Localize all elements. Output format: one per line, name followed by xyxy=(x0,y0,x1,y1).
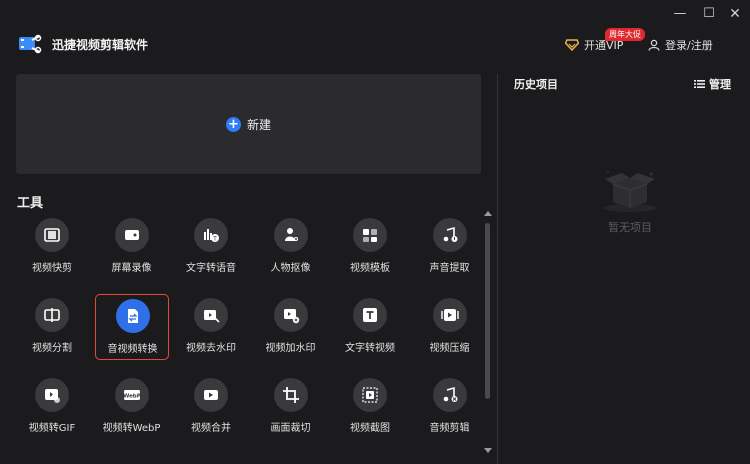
gif-icon xyxy=(35,378,69,412)
plus-icon: + xyxy=(225,116,241,132)
promo-badge: 周年大促 xyxy=(605,28,645,41)
tool-item[interactable]: T 文字转语音 xyxy=(174,214,248,280)
tool-item[interactable]: 视频合并 xyxy=(174,374,248,440)
app-title: 迅捷视频剪辑软件 xyxy=(52,38,149,52)
crop-icon xyxy=(273,378,308,412)
tool-item[interactable]: 屏幕录像 xyxy=(95,214,169,280)
tool-item[interactable]: WebP 视频转WebP xyxy=(95,374,169,440)
manage-label: 管理 xyxy=(709,78,731,91)
new-project-card[interactable]: + 新建 xyxy=(16,74,481,174)
split-icon xyxy=(35,298,69,332)
template-icon xyxy=(353,218,387,252)
maximize-icon[interactable]: ☐ xyxy=(701,6,717,22)
tool-item[interactable]: 视频转GIF xyxy=(15,374,89,440)
svg-text:T: T xyxy=(212,236,217,243)
minimize-icon[interactable]: — xyxy=(672,6,688,22)
tool-item[interactable]: 声音提取 xyxy=(413,214,487,280)
tool-item[interactable]: 视频加水印 xyxy=(254,294,328,360)
vip-diamond-icon xyxy=(565,39,579,51)
user-icon xyxy=(648,39,660,51)
title-bar: — ☐ ✕ xyxy=(0,0,750,30)
tool-label: 视频合并 xyxy=(191,423,231,434)
tool-label: 视频模板 xyxy=(350,263,390,274)
empty-history-text: 暂无项目 xyxy=(608,221,652,234)
screenshot-icon xyxy=(353,378,387,412)
film-icon xyxy=(35,218,69,252)
history-title: 历史项目 xyxy=(514,78,558,91)
close-icon[interactable]: ✕ xyxy=(727,6,743,22)
tool-item[interactable]: 视频分割 xyxy=(15,294,89,360)
webp-icon: WebP xyxy=(114,378,149,412)
add-watermark-icon xyxy=(273,298,308,332)
tool-label: 视频截图 xyxy=(350,423,390,434)
app-logo-icon xyxy=(18,34,42,54)
tool-item[interactable]: 画面裁切 xyxy=(254,374,328,440)
music-extract-icon xyxy=(432,218,467,252)
tool-label: 音视频转换 xyxy=(107,344,158,355)
scroll-up-arrow-icon[interactable] xyxy=(484,211,492,216)
tool-label: 视频快剪 xyxy=(32,263,72,274)
convert-icon xyxy=(115,299,150,333)
new-project-button[interactable]: + 新建 xyxy=(225,116,271,133)
new-project-label: 新建 xyxy=(246,117,271,132)
app-header: 迅捷视频剪辑软件 开通VIP 周年大促 登录/注册 xyxy=(0,28,750,62)
svg-text:WebP: WebP xyxy=(123,394,141,400)
tool-item[interactable]: 音视频转换 xyxy=(94,294,169,360)
text-to-speech-icon: T xyxy=(194,218,228,252)
tools-grid: 视频快剪 屏幕录像 T 文字转语音 人物抠像 视频模板 声音提取视频分割 音视频转换 视频去水印… xyxy=(17,218,477,458)
tool-label: 视频去水印 xyxy=(186,343,236,354)
tool-item[interactable]: 人物抠像 xyxy=(254,214,328,280)
text-to-video-icon xyxy=(353,298,387,332)
list-icon xyxy=(694,80,705,88)
tool-label: 视频转WebP xyxy=(102,423,161,434)
remove-watermark-icon xyxy=(194,298,228,332)
tool-item[interactable]: 视频截图 xyxy=(333,374,407,440)
tool-item[interactable]: 视频快剪 xyxy=(15,214,89,280)
tool-label: 文字转语音 xyxy=(186,263,236,274)
tool-label: 画面裁切 xyxy=(270,423,311,434)
tool-label: 人物抠像 xyxy=(270,263,311,274)
tool-item[interactable]: 视频压缩 xyxy=(413,294,487,360)
tool-label: 视频压缩 xyxy=(429,343,470,354)
scroll-down-arrow-icon[interactable] xyxy=(484,448,492,453)
scrollbar-thumb[interactable] xyxy=(485,223,490,399)
manage-button[interactable]: 管理 xyxy=(694,76,731,92)
tools-section-title: 工具 xyxy=(17,196,44,211)
login-label: 登录/注册 xyxy=(665,39,713,52)
tool-label: 音频剪辑 xyxy=(429,423,470,434)
empty-box-icon xyxy=(595,168,665,214)
camera-icon xyxy=(114,218,149,252)
audio-edit-icon xyxy=(432,378,467,412)
tool-label: 视频分割 xyxy=(32,343,72,354)
tool-label: 文字转视频 xyxy=(345,343,395,354)
tool-label: 屏幕录像 xyxy=(111,263,152,274)
tool-item[interactable]: 文字转视频 xyxy=(333,294,407,360)
merge-icon xyxy=(194,378,228,412)
person-cutout-icon xyxy=(273,218,308,252)
tool-label: 视频转GIF xyxy=(28,423,76,434)
tool-label: 声音提取 xyxy=(429,263,470,274)
tool-item[interactable]: 视频模板 xyxy=(333,214,407,280)
tool-item[interactable]: 音频剪辑 xyxy=(413,374,487,440)
tool-label: 视频加水印 xyxy=(265,343,316,354)
panel-divider xyxy=(497,74,498,464)
tool-item[interactable]: 视频去水印 xyxy=(174,294,248,360)
compress-icon xyxy=(432,298,467,332)
login-button[interactable]: 登录/注册 xyxy=(648,36,713,54)
